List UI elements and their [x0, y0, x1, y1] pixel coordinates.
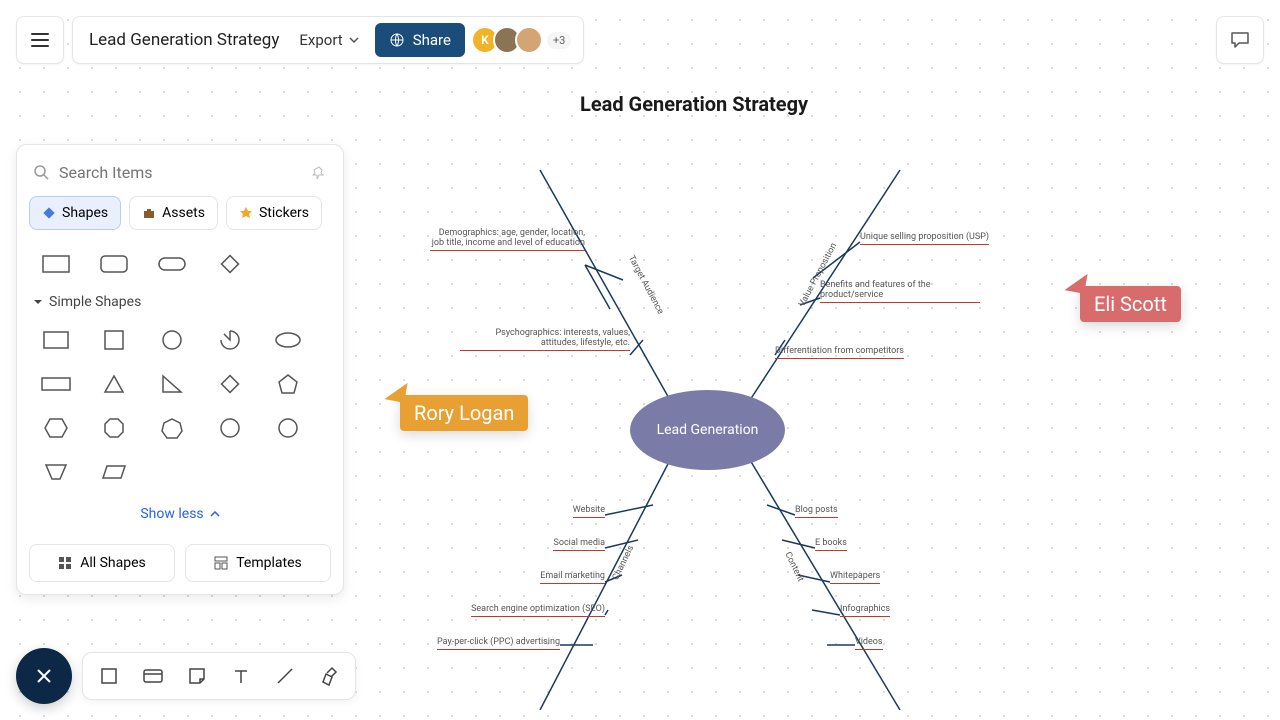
shape-trapezoid-down[interactable] — [35, 458, 77, 486]
tab-label: Stickers — [259, 205, 309, 221]
mindmap-item[interactable]: Whitepapers — [830, 571, 990, 584]
shape-pill[interactable] — [151, 250, 193, 278]
diamond-icon — [42, 206, 56, 220]
templates-button[interactable]: Templates — [185, 544, 331, 582]
shape-rectangle[interactable] — [35, 326, 77, 354]
shape-rhombus[interactable] — [209, 370, 251, 398]
shape-nonagon[interactable] — [209, 414, 251, 442]
shape-circle[interactable] — [151, 326, 193, 354]
tab-label: Assets — [162, 205, 205, 221]
tool-line[interactable] — [267, 658, 303, 694]
shape-parallelogram[interactable] — [93, 458, 135, 486]
star-icon — [239, 206, 253, 220]
shape-ellipse[interactable] — [267, 326, 309, 354]
shape-right-triangle[interactable] — [151, 370, 193, 398]
mindmap-item[interactable]: Differentiation from competitors — [775, 346, 935, 359]
center-node[interactable]: Lead Generation — [630, 390, 785, 470]
mindmap-item[interactable]: Videos — [855, 637, 1015, 650]
briefcase-icon — [142, 206, 156, 220]
simple-shapes-grid — [29, 318, 331, 494]
shape-decagon[interactable] — [267, 414, 309, 442]
canvas-title: Lead Generation Strategy — [580, 92, 808, 116]
all-shapes-label: All Shapes — [80, 555, 146, 571]
mindmap-item[interactable]: E books — [815, 538, 975, 551]
collaborator-avatars[interactable]: K +3 — [477, 26, 571, 54]
tool-text[interactable] — [223, 658, 259, 694]
mindmap-item[interactable]: Website — [445, 505, 605, 518]
mindmap-item[interactable]: Unique selling proposition (USP) — [860, 232, 1020, 245]
shape-square[interactable] — [93, 326, 135, 354]
chevron-down-icon — [349, 37, 359, 43]
hamburger-icon — [31, 33, 49, 47]
shape-rounded-rect[interactable] — [93, 250, 135, 278]
export-button[interactable]: Export — [291, 31, 366, 49]
more-avatars-count: +3 — [547, 32, 571, 49]
tab-stickers[interactable]: Stickers — [226, 196, 322, 230]
close-icon — [34, 666, 54, 686]
shape-hexagon[interactable] — [35, 414, 77, 442]
recent-shapes-row — [29, 242, 331, 286]
menu-button[interactable] — [16, 16, 64, 64]
chevron-up-icon — [210, 511, 220, 517]
shape-diamond[interactable] — [209, 250, 251, 278]
close-fab[interactable] — [16, 648, 72, 704]
mindmap-item[interactable]: Blog posts — [795, 505, 955, 518]
mindmap-item[interactable]: Benefits and features of the product/ser… — [820, 280, 980, 303]
tab-shapes[interactable]: Shapes — [29, 196, 121, 230]
top-toolbar: Lead Generation Strategy Export Share K … — [72, 16, 584, 64]
center-node-label: Lead Generation — [657, 422, 759, 438]
shapes-panel: Shapes Assets Stickers Simple Shapes — [16, 144, 344, 595]
tab-label: Shapes — [62, 205, 108, 221]
mindmap-item[interactable]: Infographics — [840, 604, 1000, 617]
shape-octagon[interactable] — [93, 414, 135, 442]
shape-rect[interactable] — [35, 250, 77, 278]
template-icon — [214, 556, 228, 570]
search-input[interactable] — [59, 163, 303, 182]
export-label: Export — [299, 31, 342, 49]
mindmap-item[interactable]: Psychographics: interests, values, attit… — [460, 328, 630, 351]
pin-icon[interactable] — [311, 165, 327, 181]
section-label: Simple Shapes — [49, 294, 141, 310]
share-button[interactable]: Share — [375, 23, 465, 57]
templates-label: Templates — [236, 555, 302, 571]
bottom-toolbar — [82, 652, 356, 700]
search-icon — [33, 164, 51, 182]
chevron-down-icon — [33, 298, 43, 306]
shape-pentagon[interactable] — [267, 370, 309, 398]
mindmap-item[interactable]: Pay-per-click (PPC) advertising — [400, 637, 560, 650]
share-label: Share — [413, 31, 451, 49]
tool-highlighter[interactable] — [311, 658, 347, 694]
tool-frame[interactable] — [91, 658, 127, 694]
grid-icon — [58, 556, 72, 570]
show-less-button[interactable]: Show less — [29, 494, 331, 534]
mindmap-item[interactable]: Search engine optimization (SEO) — [420, 604, 605, 617]
tool-note[interactable] — [179, 658, 215, 694]
comment-icon — [1229, 29, 1251, 51]
tab-assets[interactable]: Assets — [129, 196, 218, 230]
avatar — [515, 26, 543, 54]
mindmap-item[interactable]: Social media — [445, 538, 605, 551]
all-shapes-button[interactable]: All Shapes — [29, 544, 175, 582]
document-title[interactable]: Lead Generation Strategy — [85, 30, 283, 50]
globe-icon — [389, 32, 405, 48]
comments-button[interactable] — [1216, 16, 1264, 64]
tool-card[interactable] — [135, 658, 171, 694]
collaborator-cursor: Rory Logan — [400, 395, 528, 431]
shape-triangle[interactable] — [93, 370, 135, 398]
show-less-label: Show less — [140, 506, 203, 522]
mindmap-item[interactable]: Email marketing — [445, 571, 605, 584]
collaborator-cursor: Eli Scott — [1080, 286, 1181, 322]
shape-arc[interactable] — [209, 326, 251, 354]
shape-heptagon[interactable] — [151, 414, 193, 442]
mindmap-item[interactable]: Demographics: age, gender, location, job… — [430, 228, 585, 251]
section-simple-shapes[interactable]: Simple Shapes — [29, 286, 331, 318]
shape-wide-rect[interactable] — [35, 370, 77, 398]
